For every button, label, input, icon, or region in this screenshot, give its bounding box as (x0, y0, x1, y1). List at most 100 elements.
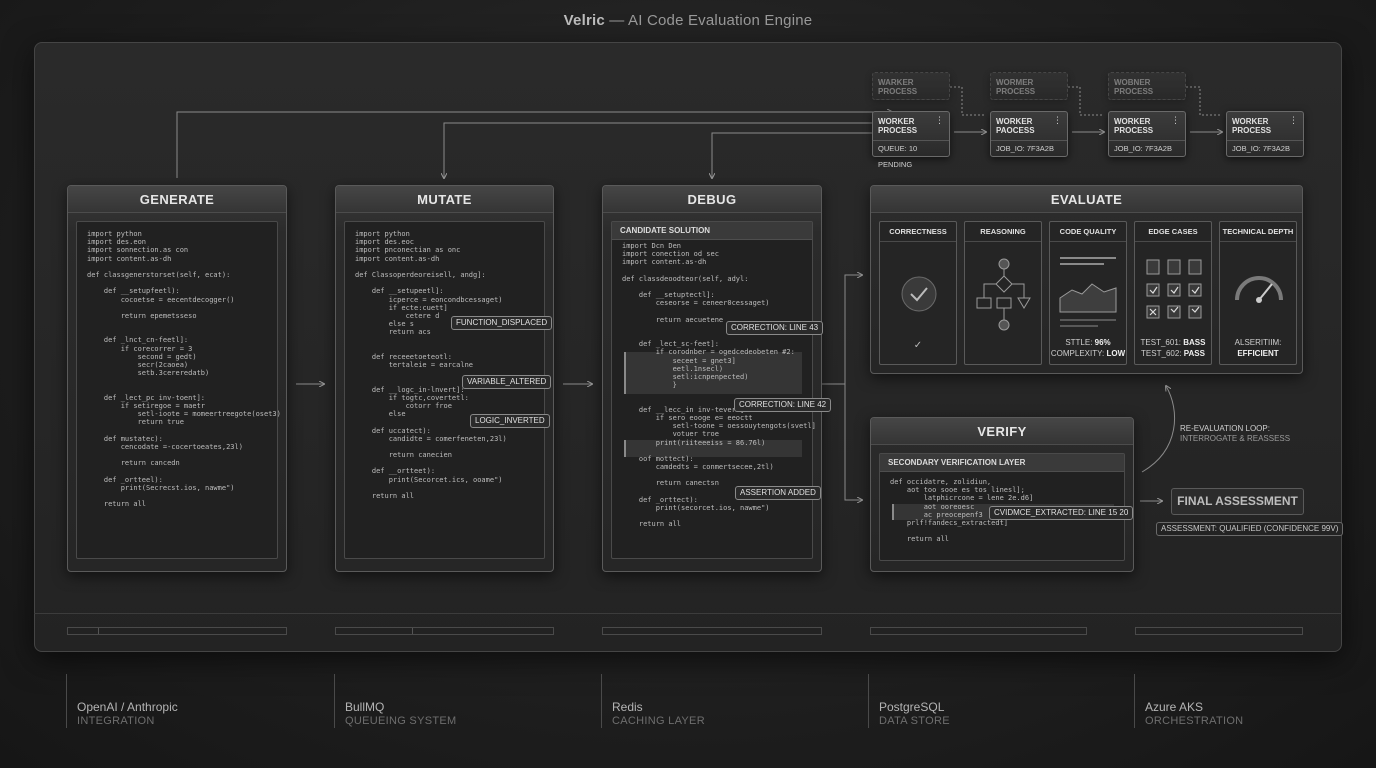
generate-scrollbar[interactable] (67, 627, 287, 635)
tech-openai: OpenAI / Anthropic INTEGRATION (66, 674, 178, 728)
code-line: tertaleie = earcalne (355, 361, 474, 369)
tag-assertion-added: ASSERTION ADDED (735, 486, 821, 500)
code-line: } (622, 381, 677, 390)
tech-azure-aks: Azure AKS ORCHESTRATION (1134, 674, 1243, 728)
code-line: def Classoperdeoreisell, andg]: (355, 270, 486, 279)
code-line: print(riiteeeiss = 86.76l) (622, 438, 766, 447)
code-line: import python (355, 230, 410, 238)
code-line: if togtc,covertetl: (355, 393, 469, 402)
code-line: candidte = comerfeneten,23l) (355, 434, 507, 443)
final-assessment-button[interactable]: FINAL ASSESSMENT (1171, 488, 1304, 515)
evaluate-scrollbar[interactable] (870, 627, 1087, 635)
tag-logic-inverted: LOGIC_INVERTED (470, 414, 550, 428)
code-line: camdedts = conmertsecee,2tl) (622, 463, 774, 472)
code-line: setl-ioote = momeertreegote(oset3) (87, 410, 281, 419)
stage-debug[interactable]: DEBUG CANDIDATE SOLUTION import Dcn Den i… (602, 185, 832, 572)
code-line: latphicrcone = lene 2e.d6] (890, 494, 1034, 503)
mutate-code-panel: import python import des.eoc import pncone… (344, 221, 545, 559)
card-edge-cases-label: EDGE CASES (1135, 222, 1211, 242)
code-line: setl-toone = oessouytengots(svetl] (622, 422, 816, 431)
worker-process-2[interactable]: WORKER PAOCESS ⋮ JOB_IO: 7F3A2B (990, 111, 1068, 157)
tag-evidence-extracted: CVIDMCE_EXTRACTED: LINE 15 20 (989, 506, 1134, 520)
worker-process-3[interactable]: WORKER PROCESS ⋮ JOB_IO: 7F3A2B (1108, 111, 1186, 157)
tag-variable-altered: VARIABLE_ALTERED (462, 375, 552, 389)
code-line: second = gedt) (87, 352, 197, 361)
code-line: return all (355, 492, 415, 500)
card-reasoning[interactable]: REASONING (964, 221, 1042, 365)
tech-openai-role: INTEGRATION (77, 715, 155, 727)
code-line: icperce = eoncondbcessaget) (355, 295, 503, 304)
code-line: return all (890, 535, 950, 544)
worker-process-1[interactable]: WORKER PROCESS ⋮ QUEUE: 10 PENDING (872, 111, 950, 169)
card-correctness[interactable]: CORRECTNESS ✓ (879, 221, 957, 365)
verify-scrollbar[interactable] (1135, 627, 1303, 635)
stage-evaluate-title: EVALUATE (871, 186, 1302, 213)
code-line: return all (87, 500, 147, 509)
code-line: seceet = gnet3] (622, 356, 736, 365)
stage-verify[interactable]: VERIFY SECONDARY VERIFICATION LAYER def … (870, 417, 1134, 572)
code-line: def __setupeetl]: (355, 287, 444, 296)
stage-mutate-title: MUTATE (336, 186, 553, 213)
kebab-menu-icon[interactable]: ⋮ (935, 115, 944, 126)
tag-correction-42: CORRECTION: LINE 42 (734, 398, 832, 412)
mutate-scrollbar[interactable] (335, 627, 554, 635)
kebab-menu-icon[interactable]: ⋮ (1289, 115, 1298, 126)
kebab-menu-icon[interactable]: ⋮ (1171, 115, 1180, 126)
tech-bullmq-name: BullMQ (345, 700, 385, 714)
generate-code: import python import des.eon import sonnec… (87, 230, 281, 509)
stage-mutate[interactable]: MUTATE import python import des.eoc import… (335, 185, 554, 572)
code-line: setl:icnpenpected) (622, 373, 749, 381)
code-line: return true (87, 418, 184, 427)
code-line: import content.as-dh (355, 254, 440, 263)
debug-scrollbar[interactable] (602, 627, 822, 635)
mutate-code: import python import des.eoc import pncone… (355, 230, 538, 500)
stage-evaluate[interactable]: EVALUATE CORRECTNESS ✓ REASONING CODE QU… (870, 185, 1303, 374)
code-line: def occidatre, zolidiun, (890, 478, 992, 486)
code-line: import Dcn Den (622, 242, 682, 250)
worker-3-title: WORKER PROCESS (1114, 117, 1154, 135)
page-title: Velric — AI Code Evaluation Engine (0, 12, 1376, 29)
gauge-icon (1235, 276, 1283, 303)
card-technical-depth[interactable]: TECHNICAL DEPTH ALSERITIIM: EFFICIENT (1219, 221, 1297, 365)
checkmark-icon: ✓ (913, 340, 923, 351)
worker-ghost-1-title: WARKER PROCESS (878, 78, 918, 96)
code-line: print(Secorcet.ics, ooame") (355, 475, 503, 484)
code-line: if corecorrer = 3 (87, 344, 193, 353)
code-quality-style: STTLE: 96% (1065, 338, 1111, 347)
code-line: cencodate =-cocertoeates,23l) (87, 442, 243, 451)
worker-ghost-2: WORMER PROCESS (990, 72, 1068, 100)
worker-process-4[interactable]: WORKER PROCESS ⋮ JOB_IO: 7F3A2B (1226, 111, 1304, 157)
code-line: def __setupfeetl): (87, 287, 180, 296)
card-code-quality[interactable]: CODE QUALITY STTLE: 96% COMPLEXITY: LOW (1049, 221, 1127, 365)
code-line: def mustatec): (87, 434, 163, 443)
card-edge-cases[interactable]: EDGE CASES TEST_601: BASS TEST_602: PASS (1134, 221, 1212, 365)
code-line: def classdeoodteor(self, adyl: (622, 274, 749, 283)
check-circle-icon (901, 276, 937, 312)
tag-correction-43: CORRECTION: LINE 43 (726, 321, 824, 335)
tech-postgresql-role: DATA STORE (879, 715, 950, 727)
stage-generate[interactable]: GENERATE import python import des.eon impo… (67, 185, 287, 572)
tech-azure-role: ORCHESTRATION (1145, 715, 1244, 727)
code-line: prlf!fandecs_extractedt] (890, 518, 1009, 527)
area-chart-icon (1059, 257, 1117, 327)
code-line: print(Secrecst.ios, nawme") (87, 483, 235, 492)
code-line: return canecien (355, 451, 452, 460)
edge-test-601: TEST_601: BASS (1140, 338, 1206, 347)
tech-algorithm-value: EFFICIENT (1237, 349, 1279, 358)
title-subtitle: AI Code Evaluation Engine (628, 12, 813, 29)
kebab-menu-icon[interactable]: ⋮ (1053, 115, 1062, 126)
card-correctness-label: CORRECTNESS (880, 222, 956, 242)
